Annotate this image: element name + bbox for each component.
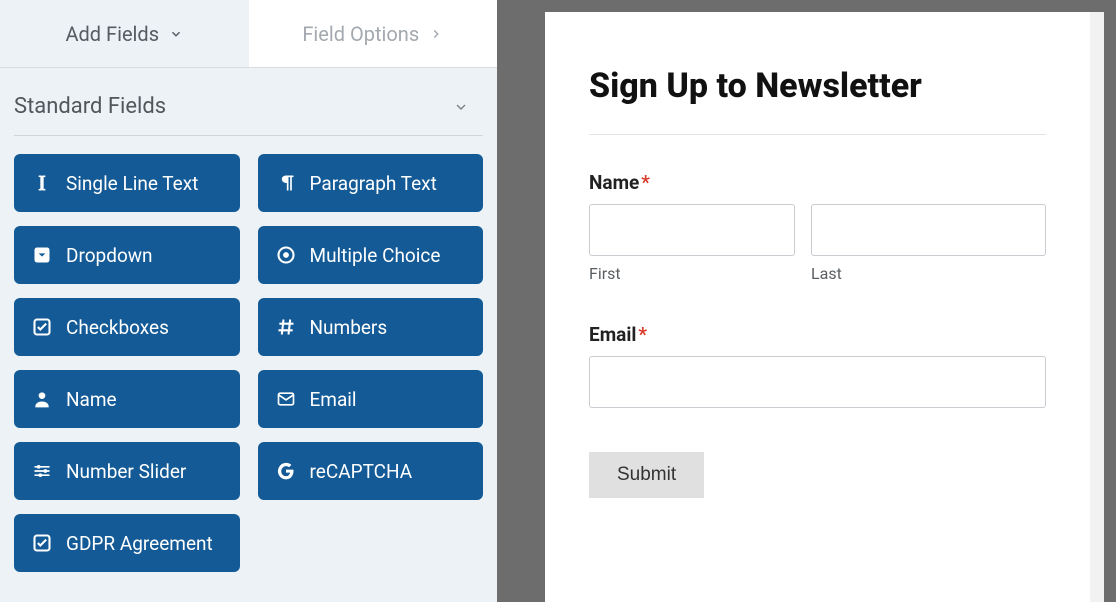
submit-button[interactable]: Submit (589, 452, 704, 498)
user-icon (32, 389, 52, 409)
tab-add-fields[interactable]: Add Fields (0, 0, 249, 67)
first-name-sublabel: First (589, 264, 795, 283)
field-name[interactable]: Name (14, 370, 240, 428)
field-dropdown[interactable]: Dropdown (14, 226, 240, 284)
left-panel: Add Fields Field Options Standard Fields… (0, 0, 497, 602)
field-checkboxes[interactable]: Checkboxes (14, 298, 240, 356)
first-name-input[interactable] (589, 204, 795, 256)
last-name-input[interactable] (811, 204, 1046, 256)
field-label: Multiple Choice (310, 244, 441, 267)
label-text: Email (589, 323, 636, 346)
field-label: Paragraph Text (310, 172, 437, 195)
google-g-icon (276, 461, 296, 481)
field-recaptcha[interactable]: reCAPTCHA (258, 442, 484, 500)
field-multiple-choice[interactable]: Multiple Choice (258, 226, 484, 284)
tabs: Add Fields Field Options (0, 0, 497, 68)
field-number-slider[interactable]: Number Slider (14, 442, 240, 500)
field-single-line-text[interactable]: Single Line Text (14, 154, 240, 212)
field-label: Numbers (310, 316, 388, 339)
paragraph-icon (276, 173, 296, 193)
field-label: Dropdown (66, 244, 153, 267)
check-square-icon (32, 533, 52, 553)
section-title: Standard Fields (14, 94, 166, 119)
required-asterisk: * (638, 323, 647, 346)
field-label: Checkboxes (66, 316, 169, 339)
section-header-standard-fields[interactable]: Standard Fields (14, 68, 483, 136)
form-title: Sign Up to Newsletter (589, 66, 1046, 106)
field-label: Email (310, 388, 357, 411)
caret-square-icon (32, 245, 52, 265)
tab-label: Field Options (302, 22, 419, 46)
field-label: Name (66, 388, 117, 411)
form-canvas: Sign Up to Newsletter Name* First Last E… (545, 12, 1104, 602)
email-input[interactable] (589, 356, 1046, 408)
email-label: Email* (589, 323, 1046, 346)
chevron-down-icon (169, 27, 183, 41)
name-row: First Last (589, 204, 1046, 283)
scrollbar-track[interactable] (1090, 12, 1104, 602)
field-gdpr-agreement[interactable]: GDPR Agreement (14, 514, 240, 572)
sliders-icon (32, 461, 52, 481)
tab-field-options[interactable]: Field Options (249, 0, 498, 67)
divider-strip (497, 0, 545, 602)
required-asterisk: * (641, 171, 650, 194)
field-grid: Single Line Text Paragraph Text Dropdown… (0, 136, 497, 572)
last-name-sublabel: Last (811, 264, 1046, 283)
field-label: Single Line Text (66, 172, 198, 195)
right-panel: Sign Up to Newsletter Name* First Last E… (545, 0, 1116, 602)
field-paragraph-text[interactable]: Paragraph Text (258, 154, 484, 212)
field-email[interactable]: Email (258, 370, 484, 428)
field-label: GDPR Agreement (66, 532, 213, 555)
field-label: Number Slider (66, 460, 186, 483)
check-square-icon (32, 317, 52, 337)
name-label: Name* (589, 171, 1046, 194)
envelope-icon (276, 389, 296, 409)
label-text: Name (589, 171, 639, 194)
radio-dot-icon (276, 245, 296, 265)
chevron-down-icon (453, 99, 469, 115)
chevron-right-icon (429, 27, 443, 41)
tab-label: Add Fields (65, 22, 159, 46)
text-cursor-icon (32, 173, 52, 193)
field-numbers[interactable]: Numbers (258, 298, 484, 356)
field-label: reCAPTCHA (310, 460, 413, 483)
hash-icon (276, 317, 296, 337)
divider (589, 134, 1046, 135)
